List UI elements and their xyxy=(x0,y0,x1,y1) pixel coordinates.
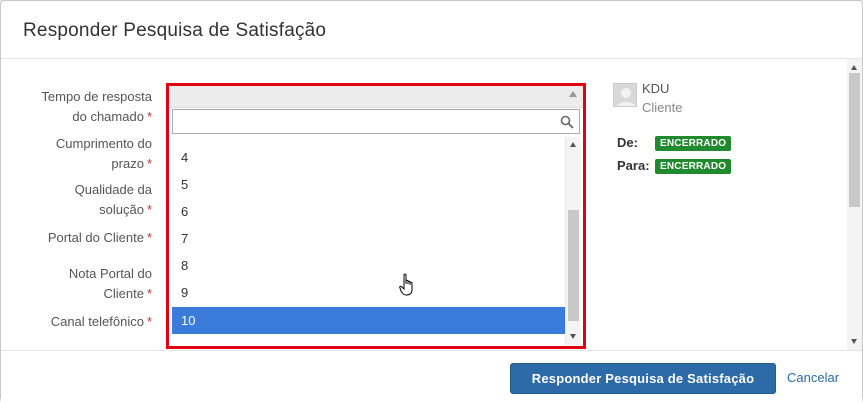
modal-header: Responder Pesquisa de Satisfação xyxy=(1,1,862,59)
from-status-badge: ENCERRADO xyxy=(655,136,732,151)
field-label-response-time: Tempo de resposta do chamado * xyxy=(41,87,152,127)
field-label-text: Portal do Cliente xyxy=(47,230,144,245)
dropdown-option[interactable]: 4 xyxy=(172,144,565,171)
user-name: KDU xyxy=(642,81,670,96)
scroll-down-arrow-icon[interactable] xyxy=(851,339,857,344)
scroll-down-arrow-icon[interactable] xyxy=(570,334,576,339)
dropdown-scrollbar[interactable] xyxy=(565,137,580,345)
scroll-up-arrow-icon[interactable] xyxy=(851,65,857,70)
field-label-text: Tempo de resposta xyxy=(41,89,152,104)
dropdown-option[interactable]: 6 xyxy=(172,198,565,225)
satisfaction-survey-modal: Responder Pesquisa de Satisfação Tempo d… xyxy=(0,0,863,402)
dropdown-options-list: 3 4 5 6 7 8 9 10 xyxy=(172,137,565,345)
user-role: Cliente xyxy=(642,100,683,115)
dropdown-option[interactable]: 9 xyxy=(172,279,565,306)
submit-survey-button[interactable]: Responder Pesquisa de Satisfação xyxy=(510,363,776,394)
user-avatar-icon xyxy=(613,83,637,107)
chevron-up-icon xyxy=(569,91,577,97)
field-label-deadline: Cumprimento do prazo * xyxy=(56,134,152,174)
field-label-text: solução xyxy=(99,202,144,217)
required-mark: * xyxy=(146,202,152,217)
required-mark: * xyxy=(146,109,152,124)
dropdown-option[interactable]: 8 xyxy=(172,252,565,279)
field-label-text: Canal telefônico xyxy=(50,314,144,329)
field-label-text: prazo xyxy=(111,156,144,171)
modal-body-scrollbar[interactable] xyxy=(847,59,862,350)
required-mark: * xyxy=(146,156,152,171)
field-label-client-portal: Portal do Cliente * xyxy=(48,228,152,248)
modal-body: Tempo de resposta do chamado * Cumpriment… xyxy=(1,59,862,350)
search-icon xyxy=(560,115,574,129)
scrollbar-thumb[interactable] xyxy=(849,73,860,207)
field-label-portal-rating: Nota Portal do Cliente * xyxy=(69,264,152,304)
required-mark: * xyxy=(146,314,152,329)
field-label-text: do chamado xyxy=(72,109,144,124)
modal-title: Responder Pesquisa de Satisfação xyxy=(23,20,327,41)
cancel-link[interactable]: Cancelar xyxy=(787,370,839,385)
scrollbar-thumb[interactable] xyxy=(568,210,579,321)
dropdown-option[interactable]: 3 xyxy=(172,137,565,144)
field-label-text: Cliente xyxy=(103,286,144,301)
to-label: Para: xyxy=(617,158,650,173)
dropdown-option[interactable]: 5 xyxy=(172,171,565,198)
modal-footer: Responder Pesquisa de Satisfação Cancela… xyxy=(1,350,862,402)
dropdown-option[interactable]: 7 xyxy=(172,225,565,252)
field-label-text: Cumprimento do xyxy=(55,136,152,151)
response-time-select[interactable] xyxy=(169,86,583,108)
dropdown-search-input[interactable] xyxy=(172,109,580,134)
required-mark: * xyxy=(146,286,152,301)
scroll-up-arrow-icon[interactable] xyxy=(570,142,576,147)
to-status-badge: ENCERRADO xyxy=(655,159,732,174)
dropdown-option-selected[interactable]: 10 xyxy=(172,307,565,334)
field-label-text: Nota Portal do xyxy=(68,266,152,281)
field-label-text: Qualidade da xyxy=(74,182,152,197)
hand-pointer-icon xyxy=(399,273,413,296)
required-mark: * xyxy=(146,230,152,245)
field-label-solution-quality: Qualidade da solução * xyxy=(75,180,152,220)
field-label-phone-channel: Canal telefônico * xyxy=(51,312,152,332)
from-label: De: xyxy=(617,135,638,150)
